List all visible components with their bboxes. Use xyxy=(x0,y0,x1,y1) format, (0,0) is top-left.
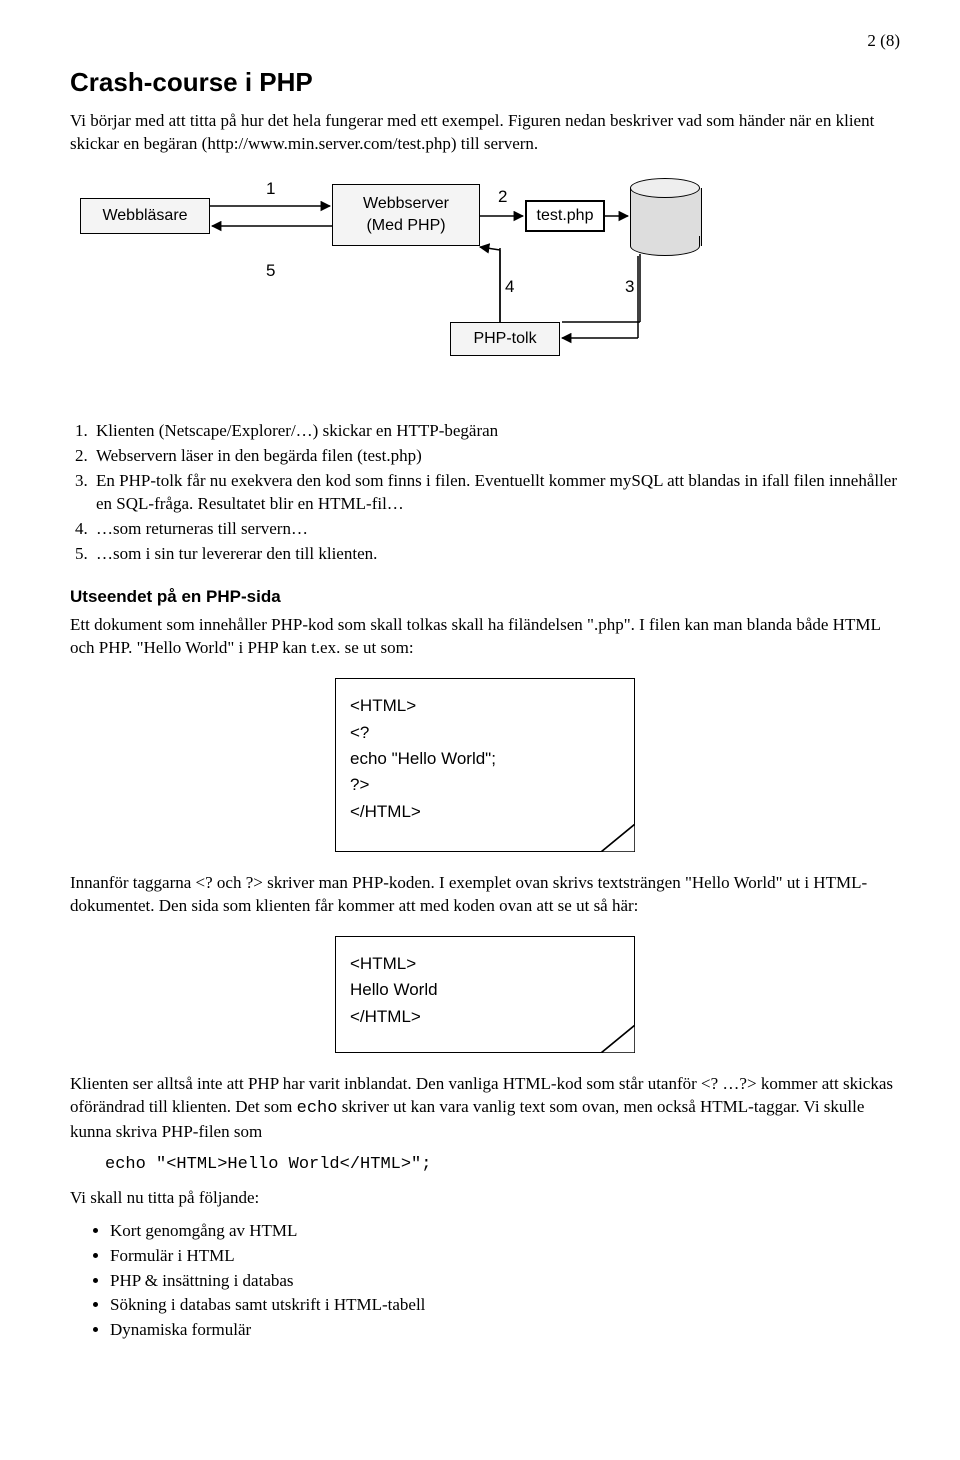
bullet-1: Kort genomgång av HTML xyxy=(110,1220,900,1243)
step-label-5: 5 xyxy=(266,260,275,283)
code2-l3: </HTML> xyxy=(350,1004,620,1030)
intro-paragraph: Vi börjar med att titta på hur det hela … xyxy=(70,110,900,156)
code1-l4: ?> xyxy=(350,772,620,798)
section-look-heading: Utseendet på en PHP-sida xyxy=(70,586,900,609)
page-curl-icon xyxy=(601,1025,635,1053)
box-browser: Webbläsare xyxy=(80,198,210,234)
step-2: Webservern läser in den begärda filen (t… xyxy=(92,445,900,468)
page-number: 2 (8) xyxy=(70,30,900,53)
page-curl-icon xyxy=(601,824,635,852)
architecture-diagram: Webbläsare Webbserver (Med PHP) test.php… xyxy=(70,172,900,392)
paragraph-after-code1: Innanför taggarna <? och ?> skriver man … xyxy=(70,872,900,918)
box-php-tolk: PHP-tolk xyxy=(450,322,560,356)
page-title: Crash-course i PHP xyxy=(70,65,900,100)
step-3: En PHP-tolk får nu exekvera den kod som … xyxy=(92,470,900,516)
code1-l2: <? xyxy=(350,720,620,746)
bullet-5: Dynamiska formulär xyxy=(110,1319,900,1342)
bullet-2: Formulär i HTML xyxy=(110,1245,900,1268)
following-intro: Vi skall nu titta på följande: xyxy=(70,1187,900,1210)
code1-l3: echo "Hello World"; xyxy=(350,746,620,772)
database-cylinder xyxy=(630,178,700,256)
step-label-2: 2 xyxy=(498,186,507,209)
code1-l1: <HTML> xyxy=(350,693,620,719)
steps-list: Klienten (Netscape/Explorer/…) skickar e… xyxy=(92,420,900,566)
server-line1: Webbserver xyxy=(333,193,479,215)
box-webserver: Webbserver (Med PHP) xyxy=(332,184,480,246)
code1-l5: </HTML> xyxy=(350,799,620,825)
bullet-4: Sökning i databas samt utskrift i HTML-t… xyxy=(110,1294,900,1317)
step-1: Klienten (Netscape/Explorer/…) skickar e… xyxy=(92,420,900,443)
step-label-1: 1 xyxy=(266,178,275,201)
step-5: …som i sin tur levererar den till klient… xyxy=(92,543,900,566)
code2-l2: Hello World xyxy=(350,977,620,1003)
bullet-3: PHP & insättning i databas xyxy=(110,1270,900,1293)
code-example-1: <HTML> <? echo "Hello World"; ?> </HTML> xyxy=(335,678,635,852)
step-4: …som returneras till servern… xyxy=(92,518,900,541)
step-label-3: 3 xyxy=(625,276,634,299)
paragraph-after-code2: Klienten ser alltså inte att PHP har var… xyxy=(70,1073,900,1144)
box-testphp: test.php xyxy=(525,200,605,232)
step-label-4: 4 xyxy=(505,276,514,299)
topics-list: Kort genomgång av HTML Formulär i HTML P… xyxy=(110,1220,900,1343)
code-example-2: <HTML> Hello World </HTML> xyxy=(335,936,635,1053)
code2-l1: <HTML> xyxy=(350,951,620,977)
server-line2: (Med PHP) xyxy=(333,215,479,237)
section-look-paragraph: Ett dokument som innehåller PHP-kod som … xyxy=(70,614,900,660)
inline-code-line: echo "<HTML>Hello World</HTML>"; xyxy=(105,1154,900,1177)
echo-keyword: echo xyxy=(297,1099,338,1118)
